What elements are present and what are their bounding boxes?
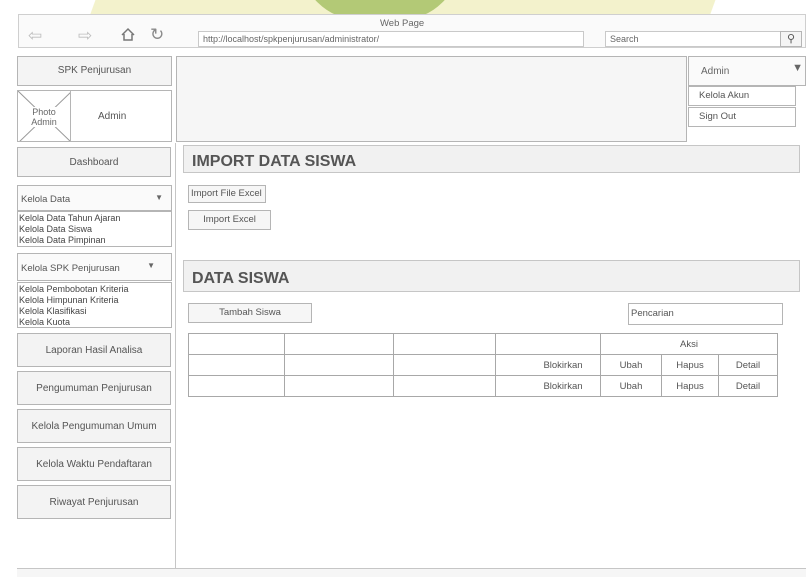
table-header-cell (188, 333, 285, 355)
table-cell (188, 375, 285, 397)
table-row: Blokirkan Ubah Hapus Detail (188, 375, 778, 397)
block-button[interactable]: Blokirkan (495, 375, 601, 397)
profile-name: Admin (98, 111, 127, 122)
table-cell (284, 354, 394, 376)
sidebar-item-klasifikasi[interactable]: Kelola Klasifikasi (19, 306, 87, 316)
sidebar-item-data-siswa[interactable]: Kelola Data Siswa (19, 224, 92, 234)
sidebar-laporan[interactable]: Laporan Hasil Analisa (17, 333, 171, 367)
table-header-cell (284, 333, 394, 355)
import-excel-button[interactable]: Import Excel (188, 210, 271, 230)
header-bar (176, 56, 687, 142)
chevron-down-icon: ▼ (147, 261, 155, 270)
student-search-input[interactable]: Pencarian (628, 303, 783, 325)
sidebar-waktu-pendaftaran[interactable]: Kelola Waktu Pendaftaran (17, 447, 171, 481)
sidebar-kelola-spk-label: Kelola SPK Penjurusan (21, 263, 120, 274)
user-menu-name: Admin (701, 66, 730, 77)
sidebar-riwayat[interactable]: Riwayat Penjurusan (17, 485, 171, 519)
student-table: Aksi Blokirkan Ubah Hapus Detail Blokirk… (188, 333, 778, 397)
add-student-button[interactable]: Tambah Siswa (188, 303, 312, 323)
forward-arrow-icon[interactable]: ⇨ (78, 26, 92, 46)
sidebar-dashboard[interactable]: Dashboard (17, 147, 171, 177)
table-header-cell (393, 333, 496, 355)
chevron-down-icon: ▼ (792, 62, 803, 74)
sidebar-pengumuman-umum[interactable]: Kelola Pengumuman Umum (17, 409, 171, 443)
user-menu-item-kelola-akun[interactable]: Kelola Akun (688, 86, 796, 106)
user-menu-toggle[interactable]: Admin ▼ (688, 56, 806, 86)
detail-button[interactable]: Detail (718, 354, 778, 376)
import-section-title: IMPORT DATA SISWA (183, 145, 800, 173)
edit-button[interactable]: Ubah (600, 354, 662, 376)
avatar-label: Photo Admin (24, 107, 64, 127)
aksi-header: Aksi (600, 333, 778, 355)
sidebar-item-himpunan[interactable]: Kelola Himpunan Kriteria (19, 295, 119, 305)
sidebar-kelola-data-label: Kelola Data (21, 194, 71, 205)
table-cell (393, 375, 496, 397)
data-section-title: DATA SISWA (183, 260, 800, 292)
url-bar[interactable]: http://localhost/spkpenjurusan/administr… (198, 31, 584, 47)
window-title: Web Page (380, 18, 425, 29)
edit-button[interactable]: Ubah (600, 375, 662, 397)
sidebar-kelola-data[interactable]: Kelola Data ▼ (17, 185, 172, 211)
browser-search-input[interactable]: Search (605, 31, 781, 47)
block-button[interactable]: Blokirkan (495, 354, 601, 376)
sidebar-item-data-pimpinan[interactable]: Kelola Data Pimpinan (19, 235, 106, 245)
sidebar-item-tahun-ajaran[interactable]: Kelola Data Tahun Ajaran (19, 213, 120, 223)
table-row: Blokirkan Ubah Hapus Detail (188, 354, 778, 376)
import-file-input[interactable]: Import File Excel (188, 185, 266, 203)
sidebar-item-pembobotan[interactable]: Kelola Pembobotan Kriteria (19, 284, 129, 294)
table-cell (284, 375, 394, 397)
sidebar-kelola-spk[interactable]: Kelola SPK Penjurusan ▼ (17, 253, 172, 281)
search-icon[interactable]: ⚲ (780, 31, 802, 47)
home-icon[interactable] (120, 27, 136, 47)
table-header-row: Aksi (188, 333, 778, 355)
brand-box: SPK Penjurusan (17, 56, 172, 86)
chevron-down-icon: ▼ (155, 193, 163, 202)
reload-icon[interactable]: ↻ (150, 25, 164, 45)
footer-bar (17, 568, 806, 577)
delete-button[interactable]: Hapus (661, 375, 719, 397)
sidebar-item-kuota[interactable]: Kelola Kuota (19, 317, 70, 327)
delete-button[interactable]: Hapus (661, 354, 719, 376)
table-cell (393, 354, 496, 376)
table-cell (188, 354, 285, 376)
avatar: Photo Admin (17, 90, 71, 142)
sidebar-pengumuman-penjurusan[interactable]: Pengumuman Penjurusan (17, 371, 171, 405)
table-header-cell (495, 333, 601, 355)
back-arrow-icon[interactable]: ⇦ (28, 26, 42, 46)
user-menu-item-sign-out[interactable]: Sign Out (688, 107, 796, 127)
detail-button[interactable]: Detail (718, 375, 778, 397)
